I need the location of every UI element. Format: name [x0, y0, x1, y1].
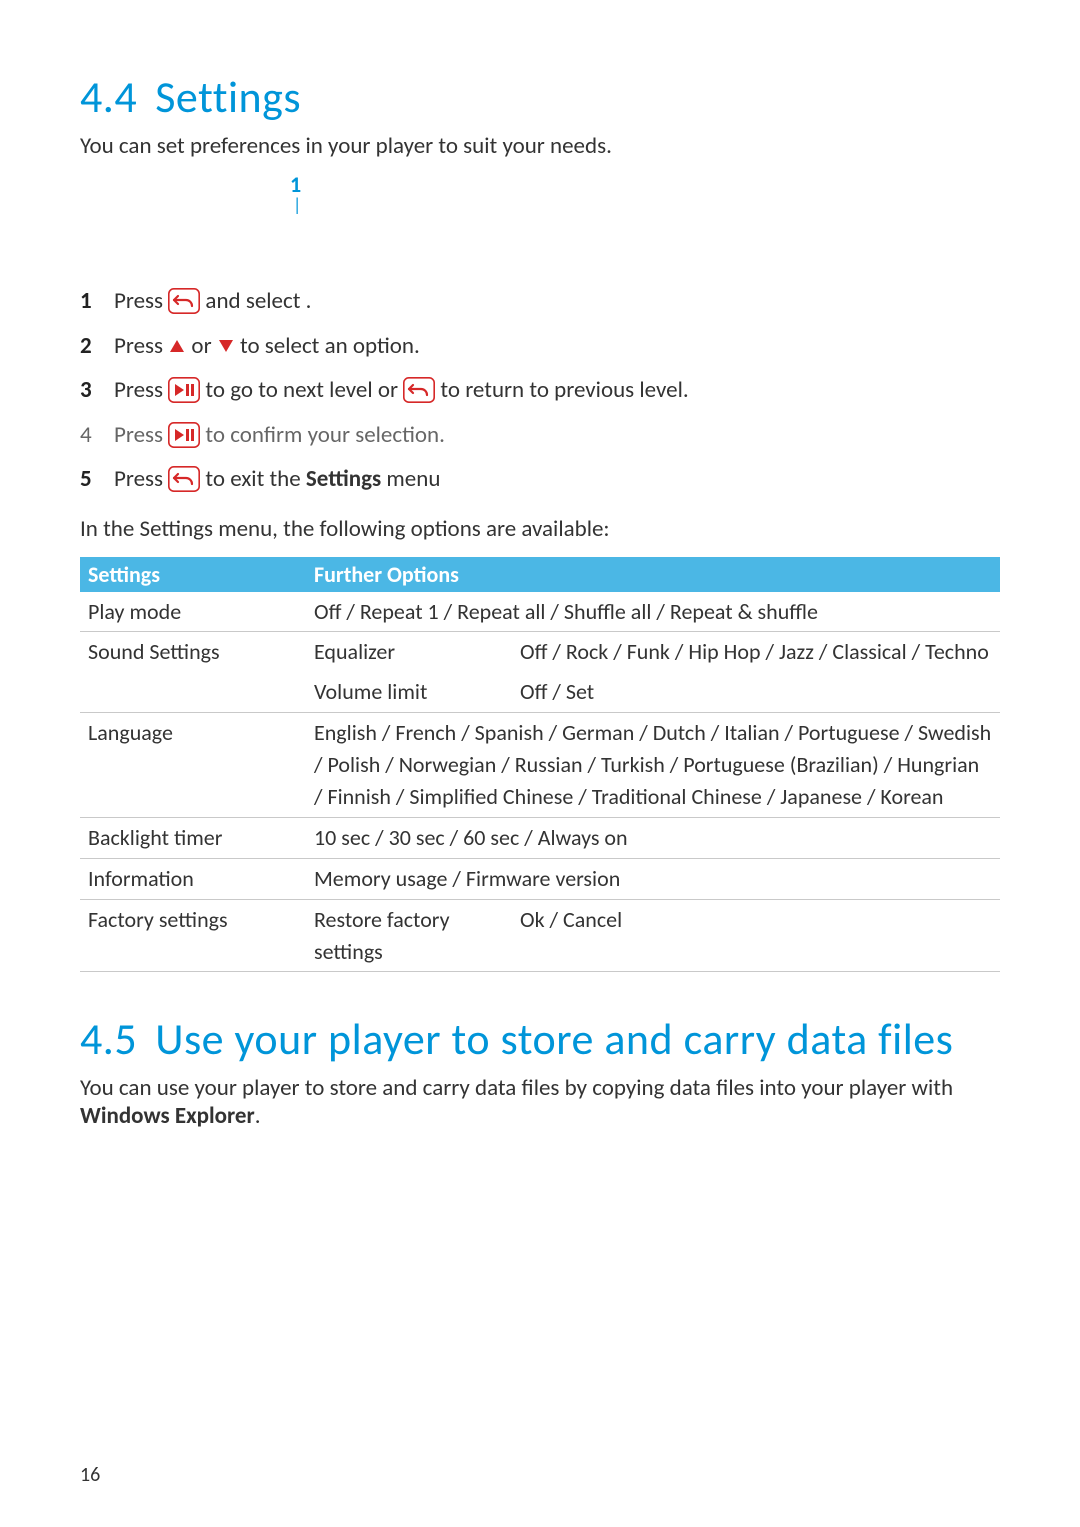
step-item: 1Press and select . — [80, 284, 1000, 319]
play-pause-icon — [168, 422, 200, 448]
cell-options: Memory usage / Firmware version — [306, 858, 1000, 899]
settings-table: Settings Further Options Play modeOff / … — [80, 557, 1000, 973]
step-text: Press to exit the Settings menu — [114, 462, 1000, 497]
step-item: 4Press to confirm your selection. — [80, 418, 1000, 453]
play-pause-icon — [168, 377, 200, 403]
table-intro: In the Settings menu, the following opti… — [80, 515, 1000, 543]
step-item: 3Press to go to next level or to return … — [80, 373, 1000, 408]
step-item: 5Press to exit the Settings menu — [80, 462, 1000, 497]
cell-suboption: Restore factory settings — [306, 899, 512, 972]
step-number: 5 — [80, 462, 114, 497]
step-number: 3 — [80, 373, 114, 408]
heading-title: Settings — [155, 70, 301, 124]
manual-page: 4.4 Settings You can set preferences in y… — [0, 0, 1080, 1527]
heading-4-4: 4.4 Settings — [80, 70, 1000, 124]
body-post: . — [255, 1102, 261, 1130]
step-text: Press to go to next level or to return t… — [114, 373, 1000, 408]
cell-options: 10 sec / 30 sec / 60 sec / Always on — [306, 817, 1000, 858]
table-row: Play modeOff / Repeat 1 / Repeat all / S… — [80, 592, 1000, 632]
section45-body: You can use your player to store and car… — [80, 1074, 1000, 1130]
th-settings: Settings — [80, 557, 306, 592]
figure-callout: 1 | — [290, 174, 1000, 214]
cell-setting: Information — [80, 858, 306, 899]
cell-values: Off / Set — [512, 672, 1000, 712]
heading-4-5: 4.5 Use your player to store and carry da… — [80, 1012, 1000, 1066]
cell-setting — [80, 672, 306, 712]
cell-setting: Play mode — [80, 592, 306, 632]
table-row: Factory settingsRestore factory settings… — [80, 899, 1000, 972]
step-number: 2 — [80, 329, 114, 364]
back-icon — [403, 377, 435, 403]
step-text: Press to confirm your selection. — [114, 418, 1000, 453]
cell-setting: Backlight timer — [80, 817, 306, 858]
cell-options: Off / Repeat 1 / Repeat all / Shuffle al… — [306, 592, 1000, 632]
callout-number: 1 — [290, 174, 1000, 196]
body-pre: You can use your player to store and car… — [80, 1074, 953, 1102]
step-number: 4 — [80, 418, 114, 453]
heading-number: 4.5 — [80, 1012, 137, 1066]
down-arrow-icon — [217, 337, 235, 355]
callout-pipe: | — [293, 196, 1000, 214]
table-header-row: Settings Further Options — [80, 557, 1000, 592]
steps-list: 1Press and select .2Press or to select a… — [80, 284, 1000, 497]
table-row: LanguageEnglish / French / Spanish / Ger… — [80, 713, 1000, 818]
section-lead: You can set preferences in your player t… — [80, 132, 1000, 160]
body-bold: Windows Explorer — [80, 1102, 255, 1130]
step-text: Press or to select an option. — [114, 329, 1000, 364]
page-number: 16 — [80, 1463, 100, 1487]
step-item: 2Press or to select an option. — [80, 329, 1000, 364]
cell-values: Ok / Cancel — [512, 899, 1000, 972]
cell-suboption: Equalizer — [306, 632, 512, 672]
table-body: Play modeOff / Repeat 1 / Repeat all / S… — [80, 592, 1000, 972]
up-arrow-icon — [168, 337, 186, 355]
table-row: Volume limitOff / Set — [80, 672, 1000, 712]
bold-word: Settings — [306, 465, 381, 493]
step-text: Press and select . — [114, 284, 1000, 319]
back-icon — [168, 466, 200, 492]
cell-setting: Factory settings — [80, 899, 306, 972]
table-row: InformationMemory usage / Firmware versi… — [80, 858, 1000, 899]
cell-setting: Language — [80, 713, 306, 818]
cell-values: Off / Rock / Funk / Hip Hop / Jazz / Cla… — [512, 632, 1000, 672]
cell-suboption: Volume limit — [306, 672, 512, 712]
table-row: Backlight timer10 sec / 30 sec / 60 sec … — [80, 817, 1000, 858]
table-row: Sound SettingsEqualizerOff / Rock / Funk… — [80, 632, 1000, 672]
heading-number: 4.4 — [80, 70, 137, 124]
th-further-options: Further Options — [306, 557, 1000, 592]
cell-options: English / French / Spanish / German / Du… — [306, 713, 1000, 818]
cell-setting: Sound Settings — [80, 632, 306, 672]
back-icon — [168, 288, 200, 314]
heading-title: Use your player to store and carry data … — [155, 1012, 953, 1066]
step-number: 1 — [80, 284, 114, 319]
